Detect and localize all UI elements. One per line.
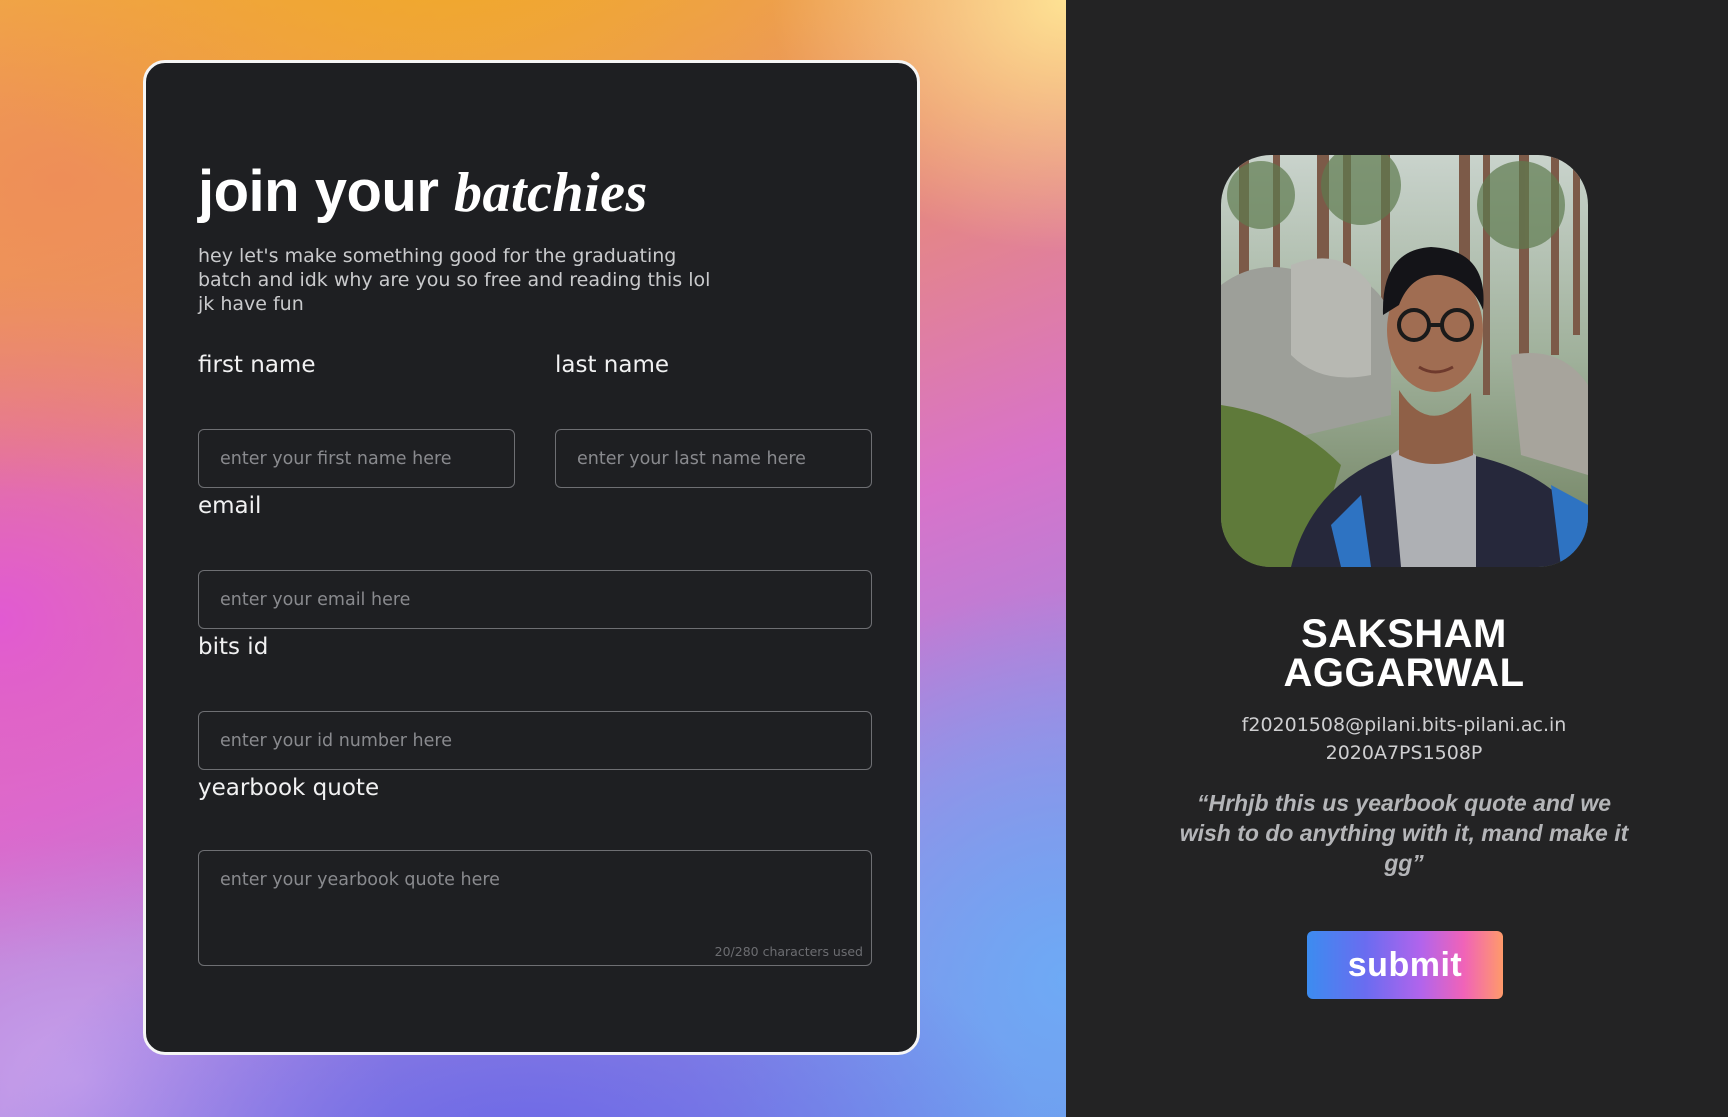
- form-subtitle: hey let's make something good for the gr…: [198, 245, 711, 315]
- submit-button[interactable]: submit: [1307, 931, 1503, 999]
- profile-photo: [1221, 155, 1588, 567]
- character-counter: 20/280 characters used: [714, 944, 863, 959]
- email-label: email: [198, 493, 262, 519]
- preview-name-first: SAKSHAM: [1301, 612, 1507, 656]
- email-input[interactable]: [198, 570, 872, 629]
- bits-id-label: bits id: [198, 634, 269, 660]
- signup-form-card: join your batchies hey let's make someth…: [143, 60, 920, 1055]
- preview-quote: “Hrhjb this us yearbook quote and we wis…: [1179, 790, 1629, 876]
- yearbook-quote-label: yearbook quote: [198, 775, 380, 801]
- preview-email: f20201508@pilani.bits-pilani.ac.in: [1241, 714, 1567, 736]
- last-name-label: last name: [555, 352, 670, 378]
- form-title-accent: batchies: [454, 162, 648, 224]
- preview-bits-id: 2020A7PS1508P: [1325, 742, 1483, 764]
- preview-name: SAKSHAM AGGARWAL: [1170, 612, 1638, 695]
- form-title: join your batchies: [198, 162, 648, 224]
- last-name-input[interactable]: [555, 429, 872, 488]
- form-title-plain: join your: [198, 159, 439, 224]
- yearbook-quote-field: 20/280 characters used: [198, 850, 872, 966]
- gradient-background: join your batchies hey let's make someth…: [0, 0, 1066, 1117]
- bits-id-input[interactable]: [198, 711, 872, 770]
- first-name-input[interactable]: [198, 429, 515, 488]
- profile-photo-image: [1221, 155, 1588, 567]
- first-name-label: first name: [198, 352, 316, 378]
- preview-name-last: AGGARWAL: [1283, 651, 1525, 695]
